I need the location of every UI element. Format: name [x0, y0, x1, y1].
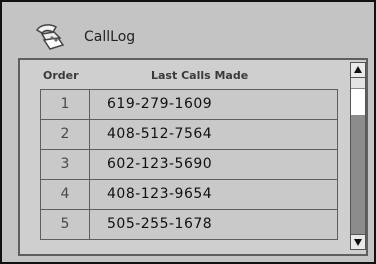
- scroll-down-button[interactable]: [351, 234, 365, 249]
- last-calls-column-header: Last Calls Made: [151, 69, 249, 82]
- call-log-panel: Order Last Calls Made 1 619-279-1609 2 4…: [18, 58, 368, 256]
- window-title: CallLog: [84, 29, 136, 45]
- vertical-scrollbar[interactable]: [350, 62, 366, 250]
- phone-icon: [35, 24, 65, 50]
- call-order: 3: [41, 150, 90, 179]
- scroll-track[interactable]: [351, 115, 365, 235]
- order-column-header: Order: [43, 69, 79, 82]
- call-row[interactable]: 3 602-123-5690: [40, 150, 338, 180]
- call-order: 1: [41, 90, 90, 119]
- scroll-up-button[interactable]: [351, 63, 365, 78]
- call-order: 5: [41, 210, 90, 239]
- call-number: 505-255-1678: [107, 216, 213, 232]
- call-row[interactable]: 2 408-512-7564: [40, 120, 338, 150]
- triangle-down-icon: [354, 239, 362, 246]
- call-number: 408-512-7564: [107, 126, 213, 142]
- call-row[interactable]: 5 505-255-1678: [40, 210, 338, 240]
- triangle-up-icon: [354, 66, 362, 73]
- calllog-window: CallLog Order Last Calls Made 1 619-279-…: [0, 0, 376, 264]
- call-number: 408-123-9654: [107, 186, 213, 202]
- call-list: 1 619-279-1609 2 408-512-7564 3 602-123-…: [40, 89, 338, 240]
- call-number: 602-123-5690: [107, 156, 213, 172]
- call-order: 2: [41, 120, 90, 149]
- call-row[interactable]: 1 619-279-1609: [40, 89, 338, 120]
- call-order: 4: [41, 180, 90, 209]
- call-number: 619-279-1609: [107, 96, 213, 112]
- call-row[interactable]: 4 408-123-9654: [40, 180, 338, 210]
- scroll-thumb[interactable]: [351, 88, 365, 116]
